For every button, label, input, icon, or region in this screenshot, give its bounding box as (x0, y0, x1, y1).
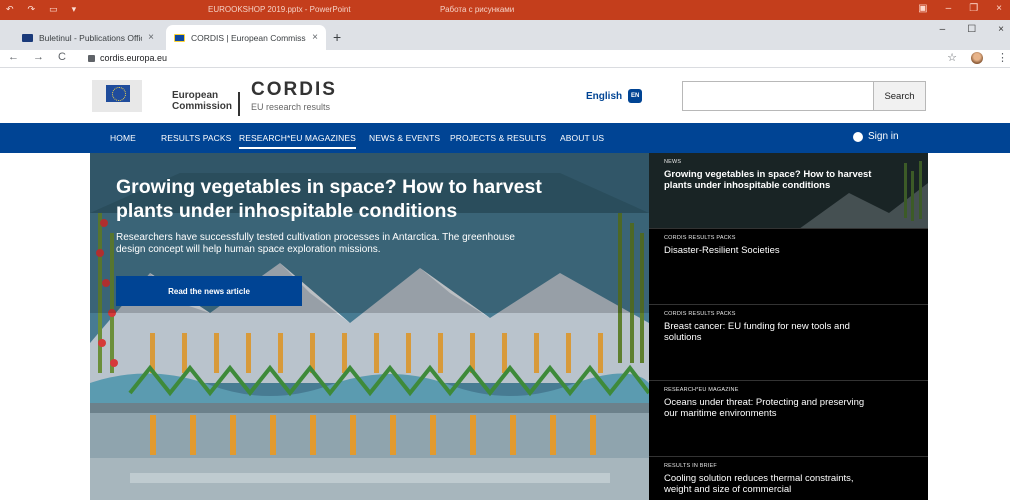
lock-icon (88, 54, 95, 62)
side-news-list: NEWS Growing vegetables in space? How to… (649, 153, 928, 500)
search-input[interactable] (682, 81, 874, 111)
hero-title[interactable]: Growing vegetables in space? How to harv… (116, 175, 576, 223)
tab-close-icon[interactable]: × (312, 32, 318, 43)
ppt-window-controls[interactable]: ▣ – ❐ × (918, 3, 1002, 14)
close-icon[interactable]: × (998, 24, 1004, 35)
side-card[interactable]: RESULTS IN BRIEF Cooling solution reduce… (649, 457, 928, 500)
new-tab-icon[interactable]: + (333, 29, 341, 45)
browser-window-controls[interactable]: – ☐ × (940, 24, 1004, 35)
slideshow-icon[interactable]: ▭ (49, 4, 58, 15)
sign-in-link[interactable]: Sign in (853, 131, 899, 142)
language-badge-icon: EN (628, 89, 643, 103)
url-text: cordis.europa.eu (100, 53, 168, 63)
card-title[interactable]: Cooling solution reduces thermal constra… (664, 473, 879, 495)
read-news-article-button[interactable]: Read the news article (116, 276, 302, 306)
ppt-ribbon-icon[interactable]: ▣ (918, 3, 927, 14)
customize-icon[interactable]: ▾ (72, 4, 77, 15)
cordis-brand[interactable]: CORDIS (251, 79, 337, 101)
language-selector[interactable]: English EN (586, 89, 643, 103)
ppt-minimize-icon[interactable]: – (946, 3, 952, 14)
search-button[interactable]: Search (874, 81, 926, 111)
profile-avatar[interactable] (971, 51, 983, 64)
publications-favicon-icon (22, 33, 33, 42)
address-bar: ← → C cordis.europa.eu ☆ ⋮ (0, 50, 1010, 68)
card-title[interactable]: Breast cancer: EU funding for new tools … (664, 321, 879, 343)
nav-home[interactable]: HOME (110, 133, 136, 143)
side-card[interactable]: CORDIS RESULTS PACKS Disaster-Resilient … (649, 229, 928, 305)
european-commission-logo[interactable]: European Commission (92, 76, 240, 116)
ppt-context-title: Работа с рисунками (440, 5, 515, 14)
side-card[interactable]: CORDIS RESULTS PACKS Breast cancer: EU f… (649, 305, 928, 381)
nav-about-us[interactable]: ABOUT US (560, 133, 604, 143)
card-category: CORDIS RESULTS PACKS (664, 311, 736, 317)
logo-divider (238, 92, 240, 116)
card-title[interactable]: Disaster-Resilient Societies (664, 245, 879, 256)
tab-buletinul[interactable]: Buletinul - Publications Office of × (14, 25, 162, 50)
powerpoint-title-bar: ↶ ↷ ▭ ▾ EUROOKSHOP 2019.pptx - PowerPoin… (0, 0, 1010, 20)
browser-menu-icon[interactable]: ⋮ (997, 51, 1008, 64)
card-category: RESULTS IN BRIEF (664, 463, 717, 469)
nav-results-packs[interactable]: RESULTS PACKS (161, 133, 231, 143)
eu-flag-favicon-icon (174, 33, 185, 42)
nav-research-eu-magazines[interactable]: RESEARCH*EU MAGAZINES (239, 133, 356, 149)
side-card[interactable]: RESEARCH*EU MAGAZINE Oceans under threat… (649, 381, 928, 457)
side-card[interactable]: NEWS Growing vegetables in space? How to… (649, 153, 928, 229)
bookmark-star-icon[interactable]: ☆ (947, 51, 957, 64)
undo-icon[interactable]: ↶ (6, 4, 14, 15)
sign-in-label: Sign in (868, 131, 899, 142)
user-icon (853, 131, 863, 142)
ppt-file-title: EUROOKSHOP 2019.pptx - PowerPoint (208, 5, 351, 14)
ppt-restore-icon[interactable]: ❐ (969, 3, 978, 14)
back-icon[interactable]: ← (8, 51, 19, 63)
ec-logo-line1: European (172, 90, 219, 101)
site-header: European Commission CORDIS EU research r… (0, 68, 1010, 123)
url-field[interactable]: cordis.europa.eu (88, 53, 167, 63)
card-title[interactable]: Oceans under threat: Protecting and pres… (664, 397, 879, 419)
ppt-close-icon[interactable]: × (996, 3, 1002, 14)
main-nav: HOME RESULTS PACKS RESEARCH*EU MAGAZINES… (0, 123, 1010, 153)
forward-icon[interactable]: → (33, 51, 44, 63)
language-label: English (586, 90, 623, 102)
browser-tab-strip: Buletinul - Publications Office of × COR… (0, 20, 1010, 50)
tab-cordis[interactable]: CORDIS | European Commission × (166, 25, 326, 50)
hero-feature[interactable]: Growing vegetables in space? How to harv… (90, 153, 649, 500)
ec-logo-line2: Commission (172, 101, 233, 112)
ppt-quick-access[interactable]: ↶ ↷ ▭ ▾ (6, 4, 76, 15)
maximize-icon[interactable]: ☐ (967, 24, 976, 35)
nav-projects-results[interactable]: PROJECTS & RESULTS (450, 133, 546, 143)
card-title[interactable]: Growing vegetables in space? How to harv… (664, 169, 879, 191)
eu-flag-logo-icon (92, 80, 142, 112)
card-thumbnail (649, 153, 928, 228)
tab-close-icon[interactable]: × (148, 32, 154, 43)
tab-title: Buletinul - Publications Office of (39, 32, 142, 43)
card-category: CORDIS RESULTS PACKS (664, 235, 736, 241)
cordis-tagline: EU research results (251, 102, 331, 112)
tab-title: CORDIS | European Commission (191, 32, 307, 43)
redo-icon[interactable]: ↷ (28, 4, 36, 15)
card-category: NEWS (664, 159, 682, 165)
hero-description: Researchers have successfully tested cul… (116, 232, 515, 255)
reload-icon[interactable]: C (58, 51, 66, 63)
nav-news-events[interactable]: NEWS & EVENTS (369, 133, 440, 143)
card-category: RESEARCH*EU MAGAZINE (664, 387, 739, 393)
minimize-icon[interactable]: – (940, 24, 946, 35)
